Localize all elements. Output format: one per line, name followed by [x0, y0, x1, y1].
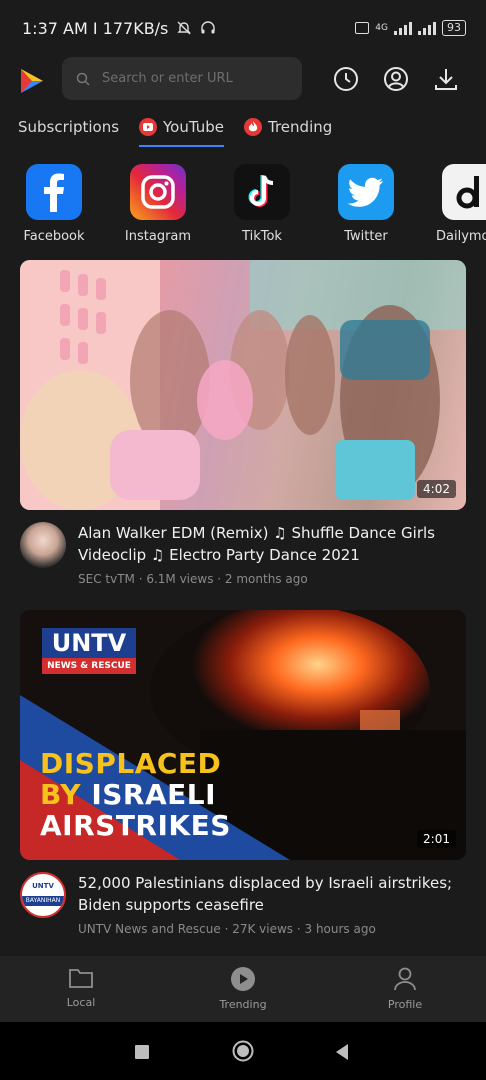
nav-trending[interactable]: Trending [162, 956, 324, 1022]
history-icon[interactable] [333, 66, 359, 92]
nav-label: Profile [387, 998, 423, 1011]
site-dailymotion[interactable]: Dailymot [422, 164, 486, 244]
site-label: Dailymot [436, 229, 486, 244]
trending-disc-icon [231, 967, 255, 991]
video-meta: SEC tvTM · 6.1M views · 2 months ago [78, 572, 308, 586]
video-info[interactable]: Alan Walker EDM (Remix) ♫ Shuffle Dance … [20, 522, 466, 586]
profile-icon [394, 967, 416, 991]
video-duration: 4:02 [417, 480, 456, 498]
tab-subscriptions[interactable]: Subscriptions [18, 114, 119, 140]
tiktok-icon [234, 164, 290, 220]
battery-indicator: 93 [442, 20, 466, 36]
vpn-icon [355, 22, 370, 34]
status-bar: 1:37 AM I 177KB/s 4G 93 [0, 0, 486, 56]
tab-youtube[interactable]: YouTube [139, 114, 225, 147]
tab-trending[interactable]: Trending [244, 114, 332, 140]
folder-icon [69, 969, 93, 988]
status-time-speed: 1:37 AM I 177KB/s [22, 18, 169, 38]
nav-profile[interactable]: Profile [324, 956, 486, 1022]
video-thumbnail[interactable]: UNTV NEWS & RESCUE DISPLACED BY ISRAELI … [20, 610, 466, 860]
network-label: 4G [375, 23, 388, 33]
youtube-icon [139, 118, 158, 136]
account-icon[interactable] [383, 66, 409, 92]
video-thumbnail[interactable]: 4:02 [20, 260, 466, 510]
untv-logo: UNTV NEWS & RESCUE [42, 628, 136, 674]
quick-sites-row: Facebook Instagram TikTok Twitter Dailym… [0, 164, 486, 250]
signal-icon [394, 21, 412, 35]
channel-avatar[interactable]: UNTV BAYANIHAN [20, 872, 66, 918]
tab-label: YouTube [163, 118, 225, 136]
site-instagram[interactable]: Instagram [110, 164, 206, 244]
site-label: Twitter [344, 229, 388, 244]
search-input[interactable] [102, 71, 292, 86]
bottom-navigation: Local Trending Profile [0, 956, 486, 1022]
dailymotion-icon [442, 164, 486, 220]
video-info[interactable]: UNTV BAYANIHAN 52,000 Palestinians displ… [20, 872, 466, 938]
facebook-icon [26, 164, 82, 220]
system-navigation-bar [0, 1022, 486, 1080]
back-icon[interactable] [334, 1043, 350, 1061]
download-icon[interactable] [433, 66, 459, 92]
fire-icon [244, 118, 263, 136]
home-icon[interactable] [232, 1040, 254, 1062]
recents-icon[interactable] [134, 1044, 150, 1060]
search-icon [76, 72, 90, 86]
site-facebook[interactable]: Facebook [6, 164, 102, 244]
video-meta: UNTV News and Rescue · 27K views · 3 hou… [78, 922, 376, 936]
video-title[interactable]: 52,000 Palestinians displaced by Israeli… [78, 872, 458, 916]
tab-label: Subscriptions [18, 118, 120, 136]
site-twitter[interactable]: Twitter [318, 164, 414, 244]
twitter-icon [338, 164, 394, 220]
signal-2-icon [418, 21, 436, 35]
play-logo-icon[interactable] [16, 66, 46, 96]
site-label: Instagram [124, 229, 192, 244]
channel-avatar[interactable] [20, 522, 66, 568]
browser-header [0, 56, 486, 102]
nav-local[interactable]: Local [0, 956, 162, 1022]
nav-label: Local [66, 996, 96, 1009]
site-tiktok[interactable]: TikTok [214, 164, 310, 244]
search-bar[interactable] [62, 57, 302, 100]
nav-label: Trending [219, 998, 267, 1011]
video-title[interactable]: Alan Walker EDM (Remix) ♫ Shuffle Dance … [78, 522, 458, 566]
video-duration: 2:01 [417, 830, 456, 848]
thumbnail-artwork [20, 260, 466, 510]
headset-icon [201, 21, 216, 34]
thumbnail-headline: DISPLACED BY ISRAELI AIRSTRIKES [40, 747, 231, 842]
tab-label: Trending [268, 118, 333, 136]
site-label: Facebook [23, 229, 85, 244]
mute-alarm-icon [177, 21, 192, 35]
instagram-icon [130, 164, 186, 220]
source-tabs: Subscriptions YouTube Trending [18, 114, 332, 148]
site-label: TikTok [242, 229, 282, 244]
